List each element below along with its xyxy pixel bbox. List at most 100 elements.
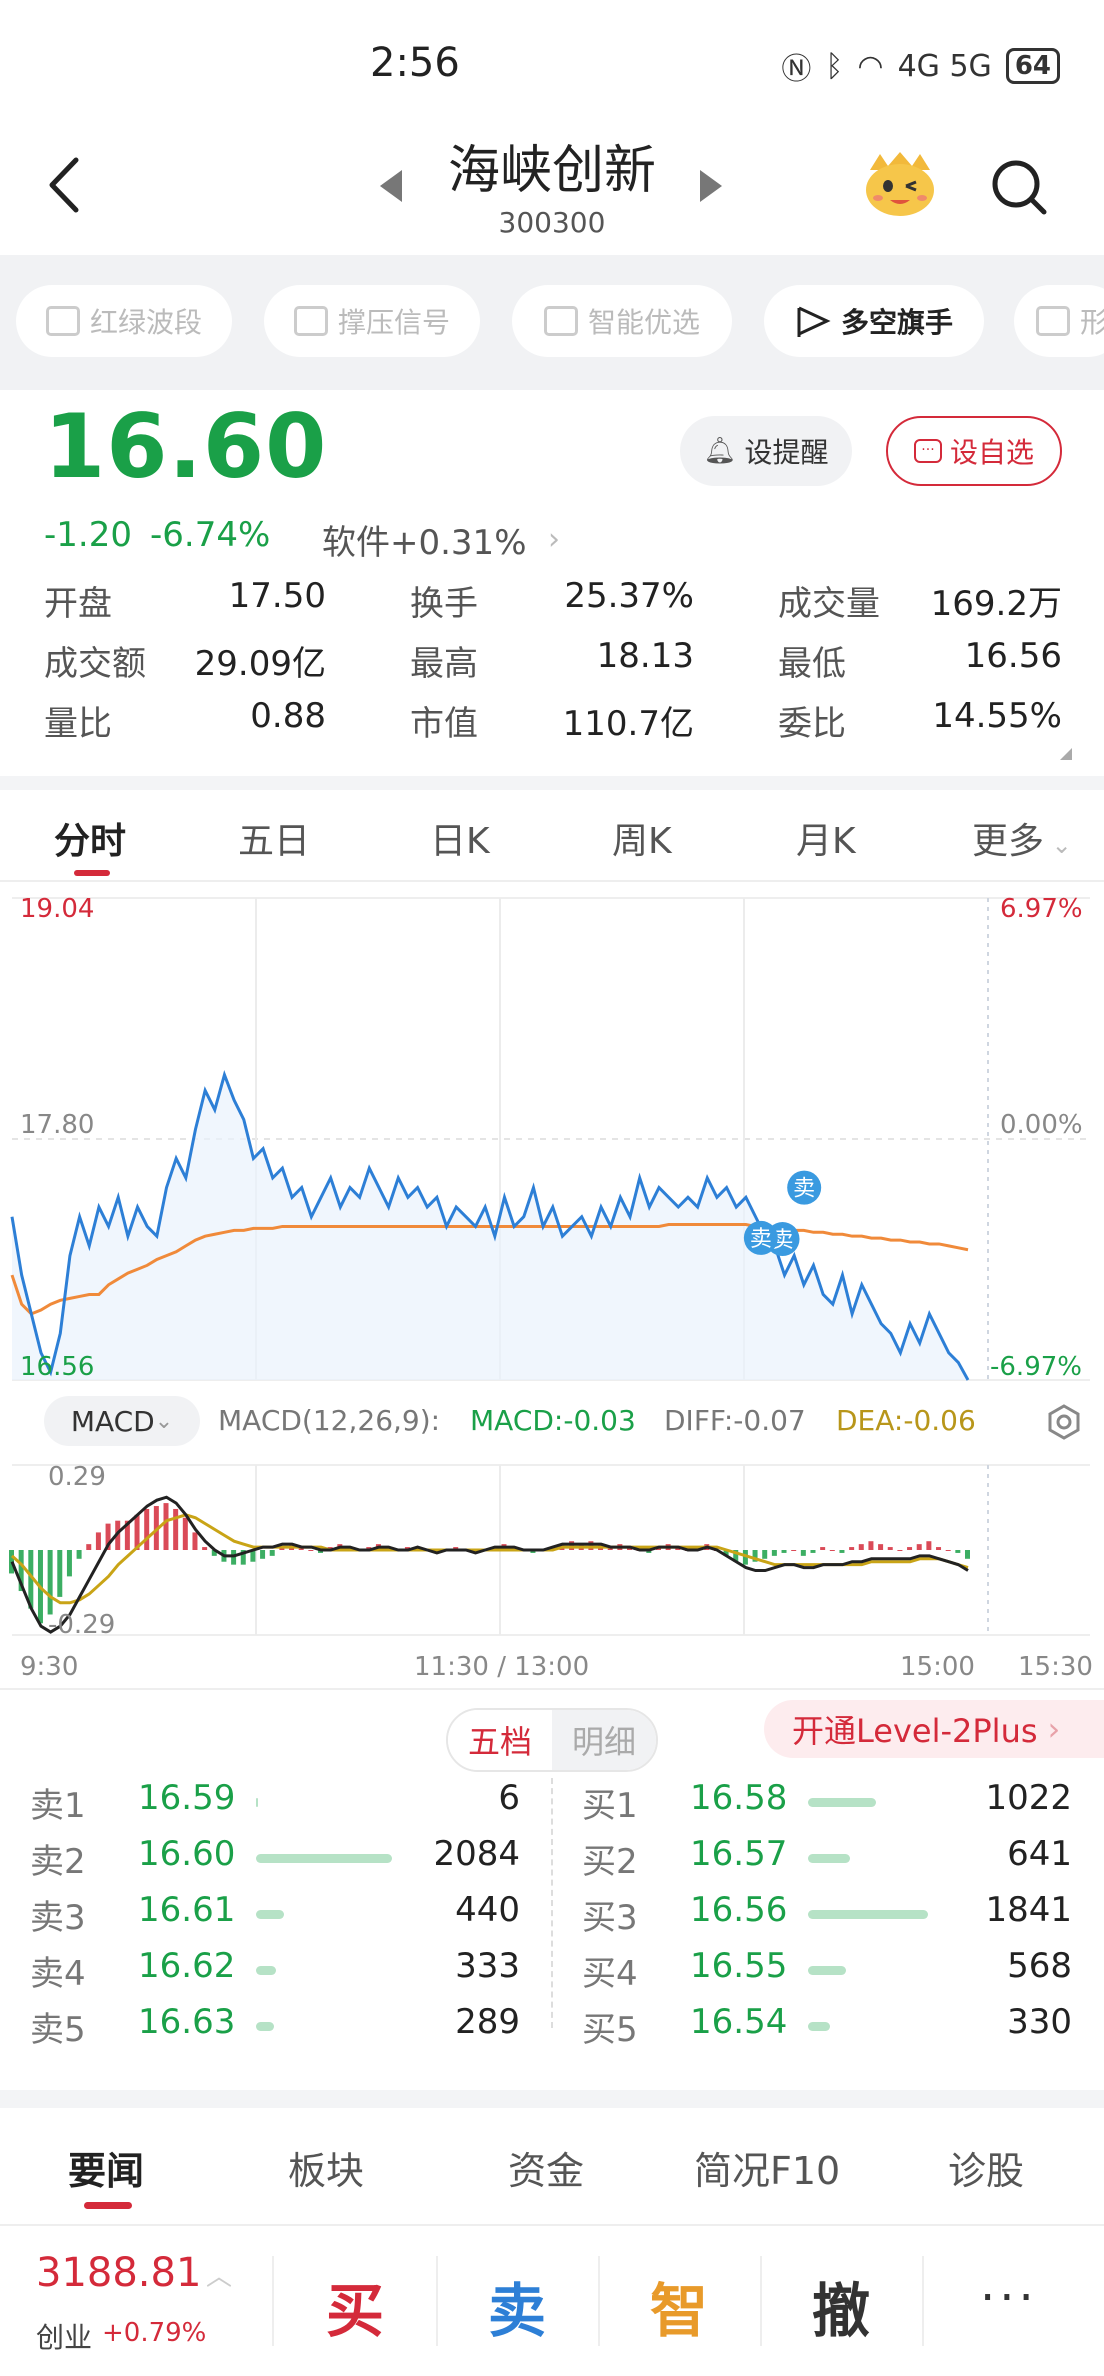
search-icon[interactable] bbox=[990, 158, 1050, 218]
action-divider bbox=[272, 2256, 274, 2346]
macd-bar bbox=[926, 1541, 932, 1550]
flag-icon bbox=[797, 306, 831, 337]
sell-level-label: 卖2 bbox=[30, 1842, 86, 1882]
macd-bar bbox=[308, 1550, 314, 1551]
dea-value: DEA:-0.06 bbox=[836, 1404, 976, 1437]
tab-diagnosis[interactable]: 诊股 bbox=[948, 2140, 1024, 2195]
buy-button[interactable]: 买 bbox=[300, 2264, 410, 2348]
time-midday: 11:30 / 13:00 bbox=[414, 1652, 590, 1682]
action-divider bbox=[598, 2256, 600, 2346]
tab-weekly-k[interactable]: 周K bbox=[612, 812, 672, 864]
buy-level-qty: 568 bbox=[1007, 1946, 1072, 1986]
buy-level-label: 买4 bbox=[582, 1954, 638, 1994]
tab-profile-f10[interactable]: 简况F10 bbox=[694, 2140, 840, 2195]
buy-volume-bar bbox=[808, 1798, 876, 1807]
segment-detail[interactable]: 明细 bbox=[552, 1710, 656, 1770]
lock-icon bbox=[543, 306, 578, 336]
sell-level-qty: 289 bbox=[455, 2002, 520, 2042]
tab-five-day[interactable]: 五日 bbox=[238, 812, 310, 864]
sector-link[interactable]: 软件+0.31% bbox=[322, 515, 527, 564]
stat-label-volume: 成交量 bbox=[778, 584, 880, 624]
tab-funds[interactable]: 资金 bbox=[508, 2140, 584, 2195]
stock-code: 300300 bbox=[498, 206, 606, 239]
tab-monthly-k[interactable]: 月K bbox=[796, 812, 856, 864]
more-button[interactable]: ··· bbox=[980, 2270, 1038, 2326]
section-divider bbox=[0, 2090, 1104, 2108]
segment-five-levels[interactable]: 五档 bbox=[448, 1710, 552, 1770]
chip-long-short-flag[interactable]: 多空旗手 bbox=[764, 285, 984, 357]
stat-value-turnover: 25.37% bbox=[564, 576, 694, 616]
buy-level-label: 买3 bbox=[582, 1898, 638, 1938]
tab-news[interactable]: 要闻 bbox=[68, 2140, 144, 2195]
sell-level-price: 16.63 bbox=[138, 2002, 236, 2042]
stat-value-volume-ratio: 0.88 bbox=[250, 696, 326, 736]
add-watchlist-button[interactable]: ··· 设自选 bbox=[886, 416, 1062, 486]
lock-icon bbox=[293, 306, 328, 336]
price-change-pct: -6.74% bbox=[150, 515, 271, 555]
indicator-select[interactable]: MACD ⌄ bbox=[44, 1396, 200, 1446]
macd-bar bbox=[202, 1547, 208, 1550]
macd-bar bbox=[887, 1547, 893, 1550]
buy-level-row: 买1 16.58 1022 bbox=[552, 1778, 1104, 1834]
level2-upgrade-button[interactable]: 开通Level-2Plus › bbox=[764, 1700, 1104, 1758]
buy-level-row: 买5 16.54 330 bbox=[552, 2002, 1104, 2058]
stat-value-high: 18.13 bbox=[596, 636, 694, 676]
lock-icon bbox=[1036, 306, 1070, 336]
sell-button[interactable]: 卖 bbox=[462, 2264, 572, 2348]
sell-level-label: 卖1 bbox=[30, 1786, 86, 1826]
macd-bar bbox=[916, 1544, 922, 1550]
sell-volume-bar bbox=[256, 1798, 258, 1807]
bell-icon: 🔔︎ bbox=[703, 436, 737, 466]
chip-red-green-band[interactable]: 红绿波段 bbox=[16, 285, 232, 357]
buy-level-price: 16.54 bbox=[690, 2002, 788, 2042]
tab-sector[interactable]: 板块 bbox=[288, 2140, 364, 2195]
macd-bar bbox=[820, 1547, 826, 1550]
active-tab-indicator bbox=[84, 2202, 132, 2209]
mascot-icon[interactable] bbox=[862, 150, 938, 218]
sell-volume-bar bbox=[256, 2022, 274, 2031]
macd-bar bbox=[791, 1550, 797, 1551]
sell-level-qty: 6 bbox=[498, 1778, 520, 1818]
chevron-right-icon: › bbox=[1047, 1710, 1061, 1748]
chip-smart-pick[interactable]: 智能优选 bbox=[512, 285, 732, 357]
stat-label-volume-ratio: 量比 bbox=[44, 704, 112, 744]
tab-intraday[interactable]: 分时 bbox=[54, 812, 126, 864]
stat-label-market-cap: 市值 bbox=[410, 704, 478, 744]
tab-more[interactable]: 更多 ⌄ bbox=[972, 812, 1072, 864]
expand-corner-icon[interactable] bbox=[1060, 748, 1072, 760]
active-tab-indicator bbox=[74, 870, 110, 876]
index-value[interactable]: 3188.81 bbox=[36, 2250, 201, 2296]
chip-label: 智能优选 bbox=[587, 306, 700, 339]
chevron-right-icon: › bbox=[548, 522, 560, 557]
sell-level-price: 16.62 bbox=[138, 1946, 236, 1986]
macd-bar bbox=[829, 1550, 835, 1551]
bluetooth-icon: ᛒ bbox=[825, 48, 844, 84]
tab-daily-k[interactable]: 日K bbox=[430, 812, 490, 864]
chevron-up-icon[interactable]: ︿ bbox=[206, 2256, 232, 2293]
buy-level-row: 买4 16.55 568 bbox=[552, 1946, 1104, 2002]
time-close: 15:00 bbox=[900, 1652, 975, 1682]
macd-bar bbox=[945, 1550, 951, 1551]
sell-level-qty: 2084 bbox=[433, 1834, 520, 1874]
cancel-order-button[interactable]: 撤 bbox=[786, 2264, 896, 2348]
smart-button[interactable]: 智 bbox=[624, 2264, 734, 2348]
macd-value: MACD:-0.03 bbox=[470, 1404, 636, 1437]
chevron-down-icon: ⌄ bbox=[154, 1408, 174, 1434]
chip-support-resistance[interactable]: 撑压信号 bbox=[264, 285, 480, 357]
intraday-chart[interactable]: 卖卖卖 bbox=[0, 880, 1104, 1386]
indicator-label: MACD bbox=[70, 1404, 155, 1438]
buy-volume-bar bbox=[808, 1966, 846, 1975]
macd-bar bbox=[163, 1503, 169, 1550]
stat-label-low: 最低 bbox=[778, 644, 846, 684]
next-stock-icon[interactable] bbox=[700, 170, 722, 202]
settings-icon[interactable] bbox=[1046, 1404, 1082, 1440]
sell-level-row: 卖1 16.59 6 bbox=[0, 1778, 552, 1834]
sell-volume-bar bbox=[256, 1854, 392, 1863]
set-alert-button[interactable]: 🔔︎ 设提醒 bbox=[680, 416, 852, 486]
sell-level-row: 卖3 16.61 440 bbox=[0, 1890, 552, 1946]
sell-level-label: 卖3 bbox=[30, 1898, 86, 1938]
macd-chart[interactable] bbox=[0, 1455, 1104, 1645]
chip-pattern[interactable]: 形 bbox=[1014, 285, 1104, 357]
macd-bar bbox=[955, 1550, 961, 1553]
sell-marker-label: 卖 bbox=[750, 1227, 772, 1252]
